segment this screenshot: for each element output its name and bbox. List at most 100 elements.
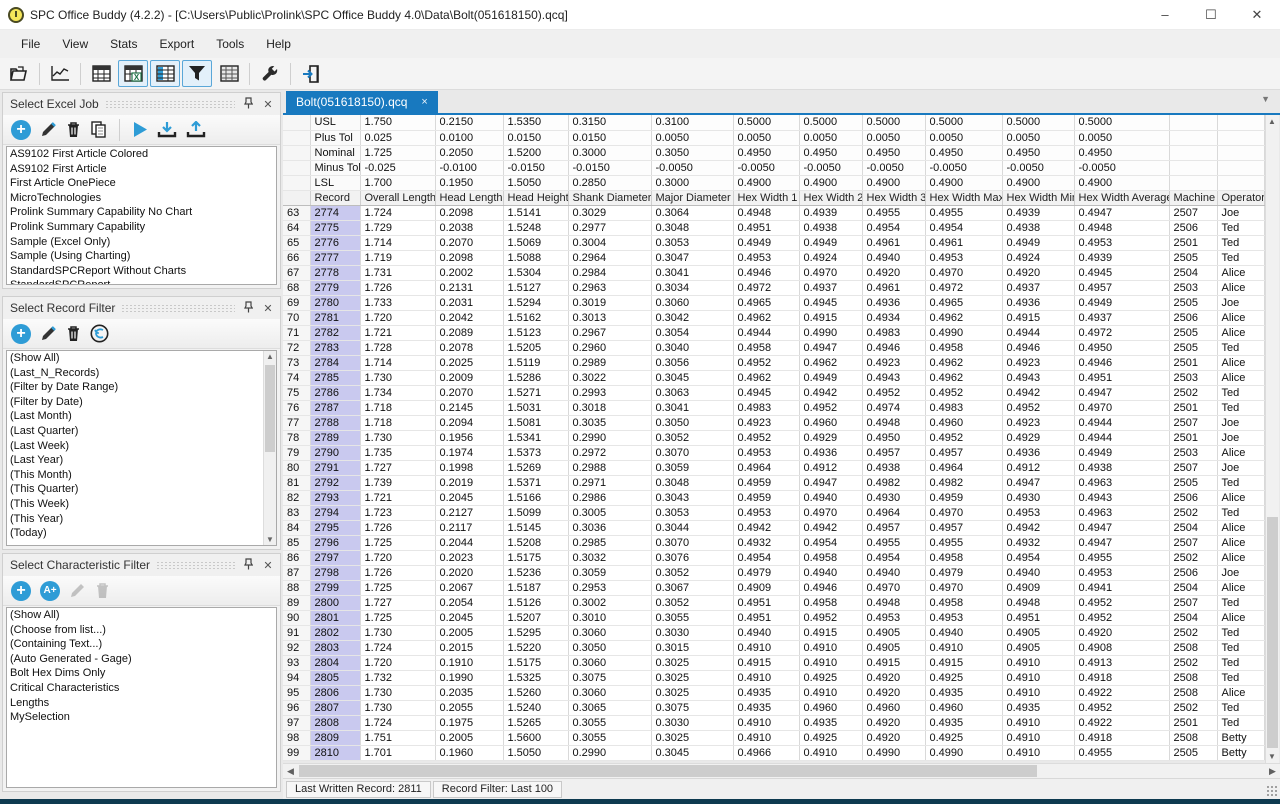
list-item[interactable]: (Filter by Date)	[7, 395, 263, 410]
measurement-cell[interactable]: 0.2984	[568, 265, 651, 280]
machine-cell[interactable]: 2507	[1169, 460, 1217, 475]
measurement-cell[interactable]: 1.730	[360, 370, 435, 385]
record-cell[interactable]: 2806	[310, 685, 360, 700]
measurement-cell[interactable]: 0.4938	[862, 460, 925, 475]
measurement-cell[interactable]: 0.3075	[568, 670, 651, 685]
filter-button[interactable]	[182, 60, 212, 87]
measurement-cell[interactable]: 1.5141	[503, 205, 568, 220]
measurement-cell[interactable]: 0.3064	[651, 205, 733, 220]
scroll-down-icon[interactable]: ▼	[1266, 750, 1279, 764]
measurement-cell[interactable]: 0.4932	[1002, 535, 1074, 550]
row-number-cell[interactable]: 71	[283, 325, 310, 340]
list-item[interactable]: (Today)	[7, 526, 263, 541]
measurement-cell[interactable]: 0.4947	[1002, 475, 1074, 490]
measurement-cell[interactable]: 0.4939	[799, 205, 862, 220]
measurement-cell[interactable]: 0.2055	[435, 700, 503, 715]
operator-cell[interactable]: Ted	[1217, 715, 1264, 730]
scrollbar-thumb[interactable]	[1267, 517, 1278, 748]
measurement-cell[interactable]: 0.4972	[1074, 325, 1169, 340]
measurement-cell[interactable]: 0.4938	[1002, 220, 1074, 235]
column-header-head-length[interactable]: Head Length	[435, 190, 503, 205]
measurement-cell[interactable]: 1.5294	[503, 295, 568, 310]
measurement-cell[interactable]: 0.4940	[799, 490, 862, 505]
measurement-cell[interactable]: 1.5050	[503, 745, 568, 760]
operator-cell[interactable]: Alice	[1217, 580, 1264, 595]
measurement-cell[interactable]: 0.4952	[862, 385, 925, 400]
measurement-cell[interactable]: 0.3034	[651, 280, 733, 295]
measurement-table[interactable]: USL1.7500.21501.53500.31500.31000.50000.…	[283, 115, 1265, 761]
machine-cell[interactable]: 2507	[1169, 415, 1217, 430]
measurement-cell[interactable]: 0.4951	[733, 220, 799, 235]
row-number-cell[interactable]: 66	[283, 250, 310, 265]
measurement-cell[interactable]: 0.4957	[925, 445, 1002, 460]
table-report-button[interactable]	[86, 60, 116, 87]
measurement-cell[interactable]: 0.3060	[568, 685, 651, 700]
measurement-cell[interactable]: 1.5295	[503, 625, 568, 640]
delete-record-filter-icon[interactable]	[66, 325, 81, 342]
measurement-cell[interactable]: 0.4941	[1074, 580, 1169, 595]
column-header-overall-length[interactable]: Overall Length	[360, 190, 435, 205]
operator-cell[interactable]: Alice	[1217, 325, 1264, 340]
measurement-cell[interactable]: 0.4942	[1002, 385, 1074, 400]
measurement-cell[interactable]: 0.4961	[862, 280, 925, 295]
measurement-cell[interactable]: 0.4948	[733, 205, 799, 220]
measurement-cell[interactable]: 1.5187	[503, 580, 568, 595]
measurement-cell[interactable]: 0.4948	[862, 415, 925, 430]
record-cell[interactable]: 2795	[310, 520, 360, 535]
measurement-cell[interactable]: 0.4957	[1074, 280, 1169, 295]
measurement-cell[interactable]: 0.3055	[568, 730, 651, 745]
close-panel-icon[interactable]: ✕	[261, 98, 275, 111]
operator-cell[interactable]: Joe	[1217, 295, 1264, 310]
list-item[interactable]: (Auto Generated - Gage)	[7, 652, 276, 667]
measurement-cell[interactable]: 1.725	[360, 580, 435, 595]
measurement-cell[interactable]: 0.4944	[1002, 325, 1074, 340]
measurement-cell[interactable]: 0.4944	[1074, 430, 1169, 445]
measurement-cell[interactable]: 0.4954	[799, 535, 862, 550]
measurement-cell[interactable]: 0.4954	[862, 550, 925, 565]
measurement-cell[interactable]: 1.735	[360, 445, 435, 460]
measurement-cell[interactable]: 0.3070	[651, 535, 733, 550]
measurement-cell[interactable]: 0.3022	[568, 370, 651, 385]
tab-list-dropdown-icon[interactable]: ▼	[1261, 94, 1270, 104]
measurement-cell[interactable]: 0.4955	[1074, 550, 1169, 565]
measurement-cell[interactable]: 0.4965	[925, 295, 1002, 310]
measurement-cell[interactable]: 0.4964	[925, 460, 1002, 475]
measurement-cell[interactable]: 0.4910	[1002, 745, 1074, 760]
record-cell[interactable]: 2804	[310, 655, 360, 670]
measurement-cell[interactable]: 0.4910	[733, 730, 799, 745]
row-number-cell[interactable]: 90	[283, 610, 310, 625]
measurement-cell[interactable]: 0.4942	[799, 520, 862, 535]
measurement-cell[interactable]: 1.5069	[503, 235, 568, 250]
machine-cell[interactable]: 2508	[1169, 670, 1217, 685]
measurement-cell[interactable]: 0.4990	[925, 325, 1002, 340]
measurement-cell[interactable]: 0.4940	[799, 565, 862, 580]
measurement-cell[interactable]: 1.714	[360, 235, 435, 250]
run-job-icon[interactable]	[132, 121, 148, 138]
column-header-hex-width-average[interactable]: Hex Width Average	[1074, 190, 1169, 205]
measurement-cell[interactable]: 0.2990	[568, 430, 651, 445]
record-cell[interactable]: 2805	[310, 670, 360, 685]
measurement-cell[interactable]: 0.4920	[862, 730, 925, 745]
measurement-cell[interactable]: 0.3060	[568, 625, 651, 640]
row-number-cell[interactable]: 94	[283, 670, 310, 685]
close-panel-icon[interactable]: ✕	[261, 559, 275, 572]
pin-icon[interactable]	[241, 558, 255, 573]
measurement-cell[interactable]: 0.4954	[1002, 550, 1074, 565]
measurement-cell[interactable]: 0.2067	[435, 580, 503, 595]
measurement-cell[interactable]: 0.4910	[925, 640, 1002, 655]
measurement-cell[interactable]: 1.719	[360, 250, 435, 265]
measurement-cell[interactable]: 0.4970	[925, 265, 1002, 280]
row-number-cell[interactable]: 88	[283, 580, 310, 595]
measurement-cell[interactable]: 0.3045	[651, 745, 733, 760]
measurement-cell[interactable]: 0.4959	[733, 490, 799, 505]
measurement-cell[interactable]: 1.725	[360, 610, 435, 625]
measurement-cell[interactable]: 0.4935	[799, 715, 862, 730]
measurement-cell[interactable]: 1.5286	[503, 370, 568, 385]
measurement-cell[interactable]: 0.3065	[568, 700, 651, 715]
measurement-cell[interactable]: 1.726	[360, 520, 435, 535]
list-item[interactable]: (Last_N_Records)	[7, 366, 263, 381]
measurement-cell[interactable]: 0.4943	[1074, 490, 1169, 505]
measurement-cell[interactable]: 0.4909	[1002, 580, 1074, 595]
measurement-cell[interactable]: 0.3015	[651, 640, 733, 655]
measurement-cell[interactable]: 0.2963	[568, 280, 651, 295]
